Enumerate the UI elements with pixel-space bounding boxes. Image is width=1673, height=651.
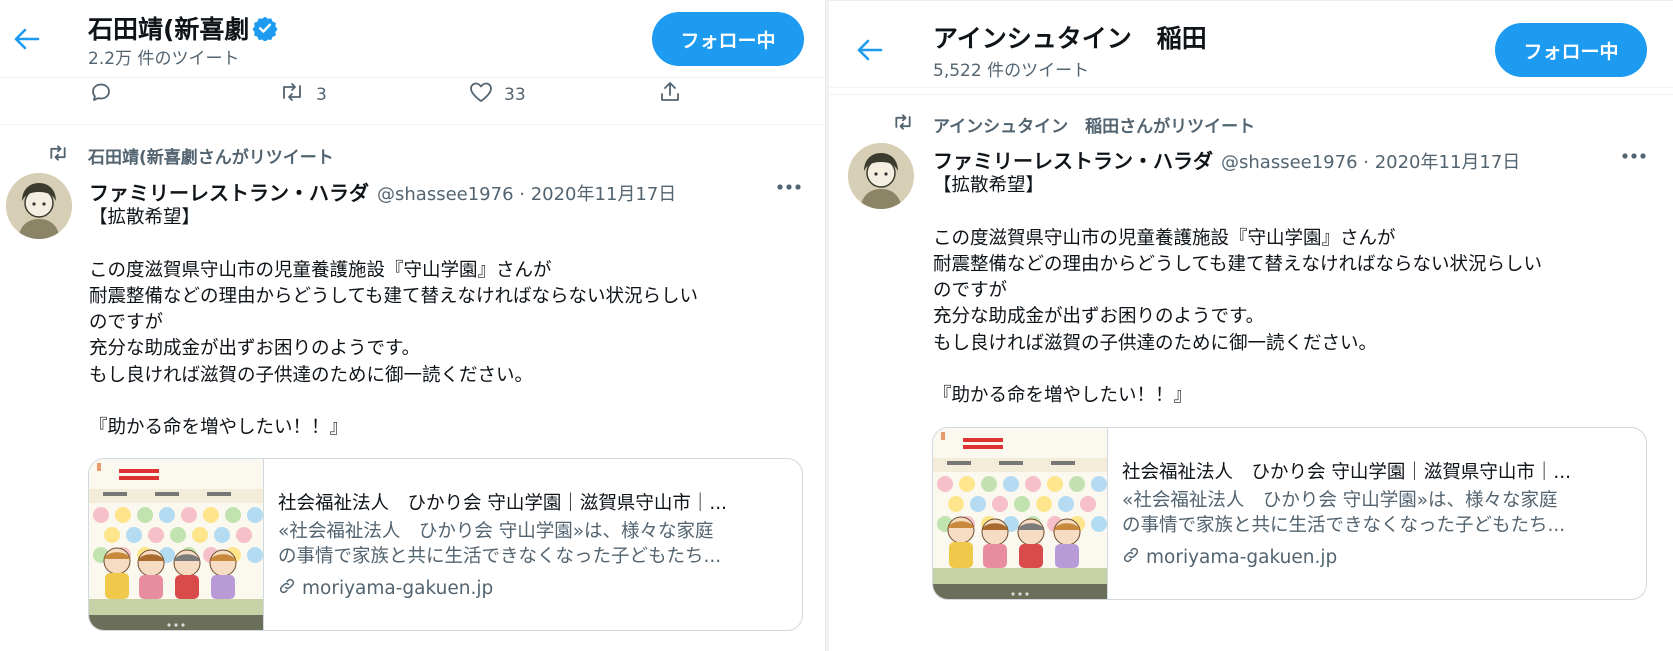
card-title: 社会福祉法人 ひかり会 守山学園｜滋賀県守山市｜... (1122, 462, 1572, 483)
profile-header: 石田靖(新喜劇 2.2万 件のツイート フォロー中 (0, 0, 825, 78)
card-domain-text: moriyama-gakuen.jp (1146, 547, 1338, 568)
more-options-icon[interactable] (1619, 146, 1649, 166)
heart-icon (468, 80, 494, 109)
retweeted-by[interactable]: アインシュタイン 稲田さんがリツイート (891, 112, 1255, 137)
following-button[interactable]: フォロー中 (652, 12, 804, 66)
card-body: 社会福祉法人 ひかり会 守山学園｜滋賀県守山市｜... «社会福祉法人 ひかり会… (264, 459, 802, 630)
card-thumbnail (933, 428, 1108, 599)
right-profile-panel: アインシュタイン 稲田 5,522 件のツイート フォロー中 アインシュタイン … (829, 0, 1673, 651)
tweet-header: ファミリーレストラン・ハラダ @shassee1976 · 2020年11月17… (89, 177, 676, 206)
profile-name-text: アインシュタイン 稲田 (933, 24, 1207, 53)
card-description-line: «社会福祉法人 ひかり会 守山学園»は、様々な家庭 (278, 521, 714, 542)
profile-name: 石田靖(新喜劇 (88, 10, 279, 46)
card-title: 社会福祉法人 ひかり会 守山学園｜滋賀県守山市｜... (278, 493, 728, 514)
avatar[interactable] (6, 173, 72, 239)
like-button[interactable]: 33 (468, 80, 526, 109)
more-options-icon[interactable] (774, 177, 804, 197)
share-icon (658, 80, 682, 109)
share-button[interactable] (658, 80, 682, 109)
retweet-count: 3 (316, 84, 327, 105)
arrow-left-icon[interactable] (10, 22, 44, 56)
divider (829, 94, 1673, 95)
link-icon (278, 577, 296, 600)
card-description-line: の事情で家族と共に生活できなくなった子どもたち... (278, 546, 722, 567)
card-domain: moriyama-gakuen.jp (1122, 546, 1646, 569)
link-card[interactable]: 社会福祉法人 ひかり会 守山学園｜滋賀県守山市｜... «社会福祉法人 ひかり会… (88, 458, 803, 631)
retweeter-label: アインシュタイン 稲田さんがリツイート (933, 117, 1256, 137)
tweet-count: 2.2万 件のツイート (88, 49, 240, 69)
tweet-action-bar: 3 33 (0, 80, 825, 114)
reply-button[interactable] (89, 80, 113, 109)
retweet-icon (46, 143, 88, 168)
verified-badge-icon (252, 15, 279, 42)
card-thumbnail (89, 459, 264, 630)
card-description: «社会福祉法人 ひかり会 守山学園»は、様々な家庭 の事情で家族と共に生活できな… (1122, 488, 1646, 538)
retweeted-by[interactable]: 石田靖(新喜劇さんがリツイート (46, 143, 334, 168)
tweet-text: 【拡散希望】 この度滋賀県守山市の児童養護施設『守山学園』さんが 耐震整備などの… (933, 175, 1543, 407)
tweet-text: 【拡散希望】 この度滋賀県守山市の児童養護施設『守山学園』さんが 耐震整備などの… (89, 207, 699, 439)
tweet-header: ファミリーレストラン・ハラダ @shassee1976 · 2020年11月17… (933, 145, 1520, 174)
retweet-icon (278, 80, 306, 109)
retweet-button[interactable]: 3 (278, 80, 327, 109)
card-description-line: の事情で家族と共に生活できなくなった子どもたち... (1122, 515, 1566, 536)
profile-name-text: 石田靖(新喜劇 (88, 15, 250, 44)
retweet-icon (891, 112, 933, 137)
tweet-count: 5,522 件のツイート (933, 61, 1090, 81)
profile-name: アインシュタイン 稲田 (933, 19, 1207, 55)
card-description: «社会福祉法人 ひかり会 守山学園»は、様々な家庭 の事情で家族と共に生活できな… (278, 519, 802, 569)
arrow-left-icon[interactable] (853, 33, 887, 67)
divider (0, 124, 825, 125)
card-body: 社会福祉法人 ひかり会 守山学園｜滋賀県守山市｜... «社会福祉法人 ひかり会… (1108, 428, 1646, 599)
author-meta[interactable]: @shassee1976 · 2020年11月17日 (377, 180, 676, 206)
retweeter-label: 石田靖(新喜劇さんがリツイート (88, 148, 334, 168)
avatar[interactable] (848, 143, 914, 209)
like-count: 33 (504, 84, 526, 105)
left-profile-panel: 石田靖(新喜劇 2.2万 件のツイート フォロー中 3 33 石田靖(新喜劇さん… (0, 0, 826, 651)
author-name[interactable]: ファミリーレストラン・ハラダ (933, 145, 1213, 174)
card-description-line: «社会福祉法人 ひかり会 守山学園»は、様々な家庭 (1122, 490, 1558, 511)
reply-icon (89, 80, 113, 109)
following-button[interactable]: フォロー中 (1495, 23, 1647, 77)
author-meta[interactable]: @shassee1976 · 2020年11月17日 (1221, 148, 1520, 174)
card-domain-text: moriyama-gakuen.jp (302, 578, 494, 599)
author-name[interactable]: ファミリーレストラン・ハラダ (89, 177, 369, 206)
link-icon (1122, 546, 1140, 569)
link-card[interactable]: 社会福祉法人 ひかり会 守山学園｜滋賀県守山市｜... «社会福祉法人 ひかり会… (932, 427, 1647, 600)
profile-header: アインシュタイン 稲田 5,522 件のツイート フォロー中 (829, 0, 1673, 88)
card-domain: moriyama-gakuen.jp (278, 577, 802, 600)
